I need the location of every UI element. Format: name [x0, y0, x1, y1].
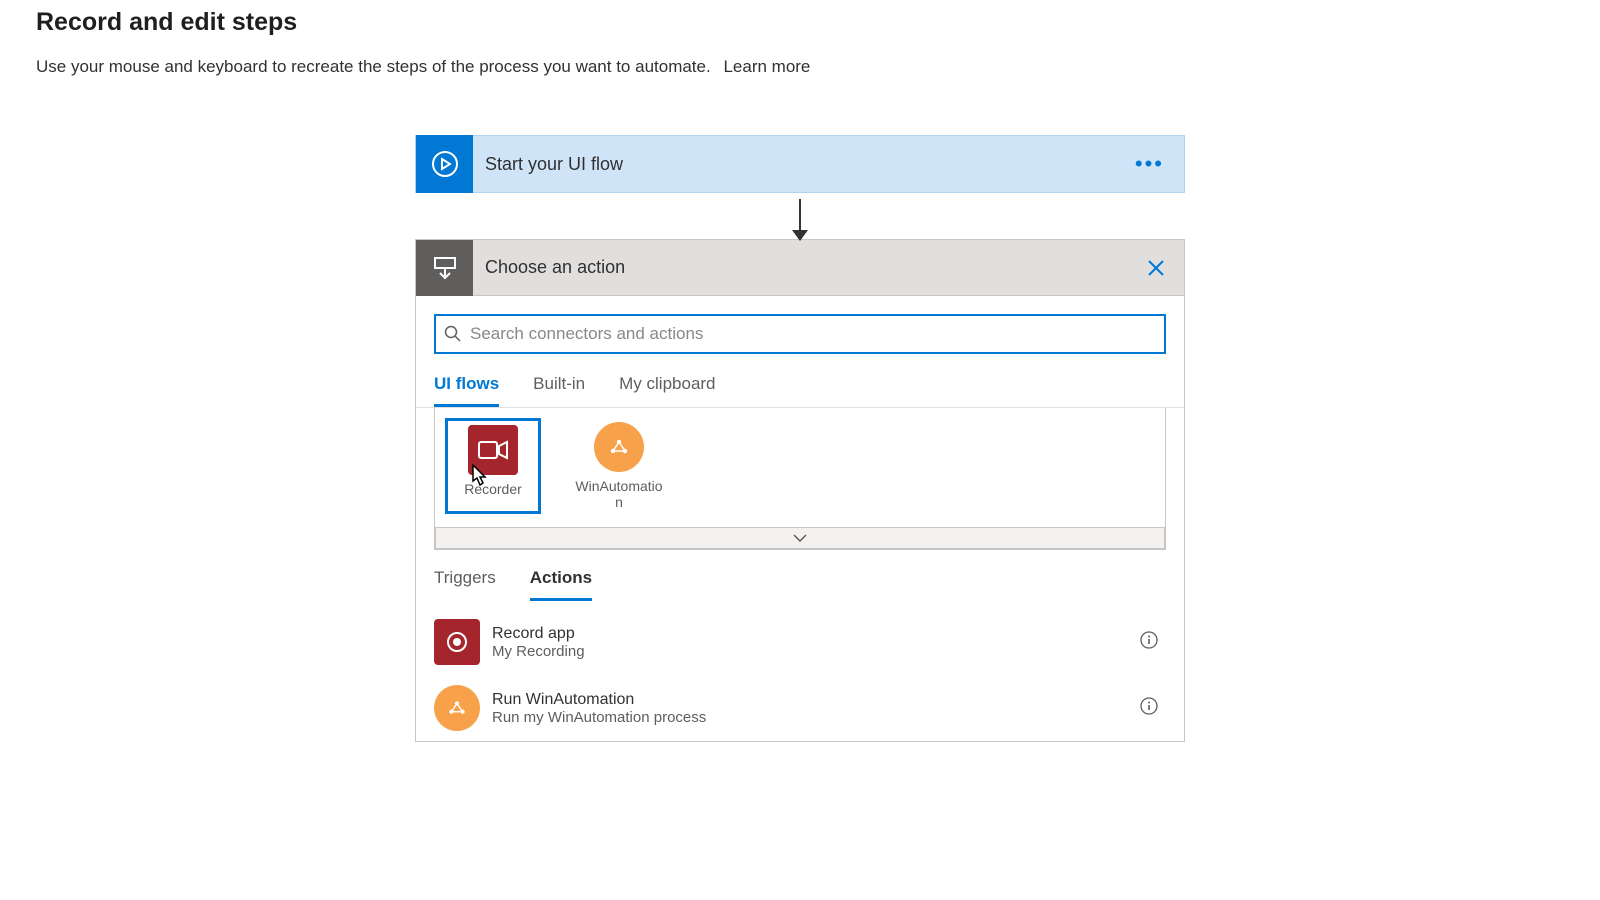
- info-icon[interactable]: [1140, 631, 1158, 654]
- connector-tabs: UI flows Built-in My clipboard: [416, 354, 1184, 408]
- action-list: Record app My Recording: [416, 601, 1184, 741]
- tab-built-in[interactable]: Built-in: [533, 374, 585, 407]
- action-sub: My Recording: [492, 643, 1128, 660]
- connector-recorder[interactable]: Recorder: [445, 418, 541, 514]
- choose-action-title: Choose an action: [485, 257, 1128, 278]
- start-flow-card[interactable]: Start your UI flow •••: [415, 135, 1185, 193]
- tab-ui-flows[interactable]: UI flows: [434, 374, 499, 407]
- sub-tab-actions[interactable]: Actions: [530, 568, 592, 601]
- connectors-panel: Recorder: [434, 408, 1166, 550]
- connector-winautomation[interactable]: WinAutomation: [571, 418, 667, 514]
- action-sub-tabs: Triggers Actions: [416, 550, 1184, 601]
- page-subtitle: Use your mouse and keyboard to recreate …: [36, 57, 1564, 77]
- run-winautomation-icon: [434, 685, 480, 731]
- search-box[interactable]: [434, 314, 1166, 354]
- learn-more-link[interactable]: Learn more: [723, 57, 810, 76]
- record-start-icon: [416, 135, 473, 193]
- action-sub: Run my WinAutomation process: [492, 709, 1128, 726]
- sub-tab-triggers[interactable]: Triggers: [434, 568, 496, 601]
- action-run-winautomation[interactable]: Run WinAutomation Run my WinAutomation p…: [434, 675, 1166, 741]
- page-title: Record and edit steps: [36, 8, 1564, 37]
- search-input[interactable]: [470, 324, 1156, 344]
- action-title: Record app: [492, 625, 1128, 643]
- choose-action-icon: [416, 240, 473, 296]
- info-icon[interactable]: [1140, 697, 1158, 720]
- record-app-icon: [434, 619, 480, 665]
- choose-action-header: Choose an action: [416, 240, 1184, 296]
- subtitle-text: Use your mouse and keyboard to recreate …: [36, 57, 711, 76]
- action-title: Run WinAutomation: [492, 691, 1128, 709]
- more-icon[interactable]: •••: [1115, 151, 1184, 177]
- tab-my-clipboard[interactable]: My clipboard: [619, 374, 715, 407]
- connector-winautomation-label: WinAutomation: [573, 478, 665, 510]
- start-flow-title: Start your UI flow: [485, 154, 1115, 175]
- connector-recorder-label: Recorder: [464, 481, 522, 497]
- close-icon[interactable]: [1128, 260, 1184, 276]
- search-icon: [444, 325, 462, 343]
- recorder-icon: [468, 425, 518, 475]
- expand-bar[interactable]: [435, 527, 1165, 549]
- choose-action-card: Choose an action UI flows: [415, 239, 1185, 742]
- chevron-down-icon: [793, 534, 807, 542]
- action-record-app[interactable]: Record app My Recording: [434, 609, 1166, 675]
- arrow-down-icon: [799, 199, 801, 233]
- winautomation-icon: [594, 422, 644, 472]
